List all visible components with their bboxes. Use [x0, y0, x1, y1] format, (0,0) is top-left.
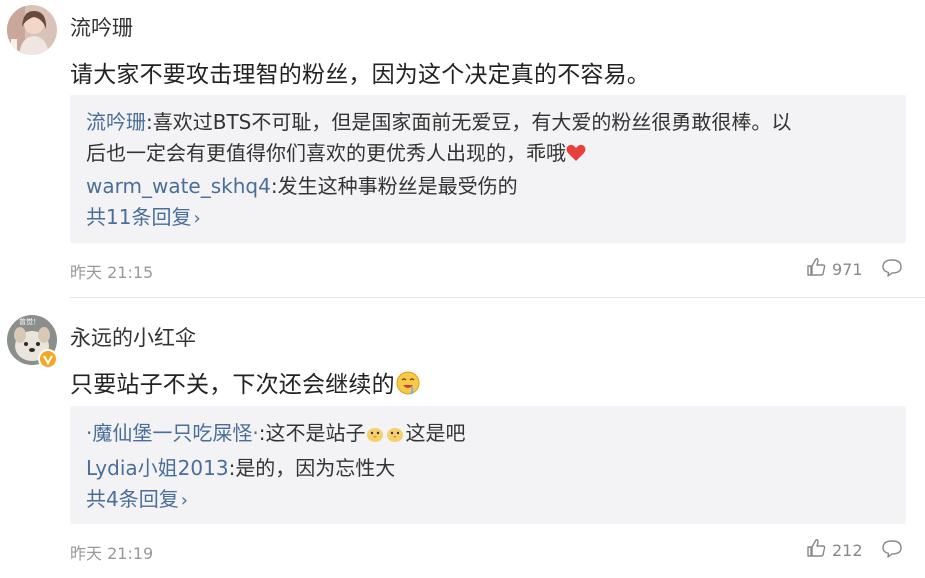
reply-separator: : [270, 174, 278, 198]
chick-emoji [385, 422, 405, 453]
chick-emoji [365, 422, 385, 453]
reply-text-continued: 后也一定会有更值得你们喜欢的更优秀人出现的，乖哦 [86, 141, 566, 165]
thumbs-up-icon [806, 538, 826, 562]
username[interactable]: 永远的小红伞 [70, 322, 196, 352]
chevron-right-icon: › [193, 208, 201, 229]
comment-content: 只要站子不关，下次还会继续的 [70, 365, 421, 402]
more-replies-link[interactable]: 共11条回复 › [86, 202, 890, 234]
like-button[interactable]: 212 [806, 538, 863, 562]
heart-emoji [566, 140, 586, 171]
reply-preview-box[interactable]: ·魔仙堡一只吃屎怪·:这不是站子 这是吧 Lydia小姐2013:是的，因为忘性大… [70, 406, 906, 524]
comment-bubble-icon[interactable] [881, 539, 903, 563]
thumbs-up-icon [806, 257, 826, 281]
reply-item: Lydia小姐2013:是的，因为忘性大 [86, 453, 890, 484]
comment-text: 只要站子不关，下次还会继续的 [70, 372, 395, 398]
comment-content: 请大家不要攻击理智的粉丝，因为这个决定真的不容易。 [70, 62, 650, 88]
verified-badge-icon [38, 349, 58, 369]
avatar-label: 曾觉！ [19, 318, 40, 326]
reply-text: 这不是站子 [265, 421, 366, 445]
reply-item: 流吟珊:喜欢过BTS不可耻，但是国家面前无爱豆，有大爱的粉丝很勇敢很棒。以 后也… [86, 107, 890, 171]
like-count: 212 [832, 540, 863, 560]
reply-text-after: 这是吧 [405, 421, 466, 445]
reply-username[interactable]: warm_wate_skhq4 [86, 174, 271, 198]
like-button[interactable]: 971 [806, 257, 863, 281]
comment-1: 流吟珊 请大家不要攻击理智的粉丝，因为这个决定真的不容易。 流吟珊:喜欢过BTS… [0, 0, 925, 298]
reply-item: ·魔仙堡一只吃屎怪·:这不是站子 这是吧 [86, 418, 890, 453]
reply-text: 喜欢过BTS不可耻，但是国家面前无爱豆，有大爱的粉丝很勇敢很棒。以 [152, 110, 792, 134]
comment-bubble-icon[interactable] [881, 258, 903, 282]
like-count: 971 [832, 259, 863, 279]
comment-2: 曾觉！ 永远的小红伞 只要站子不关，下次还会继续的 ·魔仙堡一只吃屎怪·:这不是… [0, 298, 925, 578]
more-replies-label[interactable]: 共4条回复 [86, 487, 179, 511]
reply-preview-box[interactable]: 流吟珊:喜欢过BTS不可耻，但是国家面前无爱豆，有大爱的粉丝很勇敢很棒。以 后也… [70, 95, 906, 243]
reply-text: 发生这种事粉丝是最受伤的 [277, 174, 518, 198]
timestamp: 昨天 21:19 [70, 544, 154, 563]
chevron-right-icon: › [180, 490, 188, 511]
reply-text: 是的，因为忘性大 [235, 456, 396, 480]
timestamp: 昨天 21:15 [70, 263, 154, 282]
username[interactable]: 流吟珊 [70, 12, 133, 42]
reply-username[interactable]: Lydia小姐2013 [86, 456, 229, 480]
more-replies-label[interactable]: 共11条回复 [86, 205, 191, 229]
reply-username[interactable]: 流吟珊 [86, 110, 146, 134]
drooling-face-emoji [395, 370, 421, 402]
reply-username[interactable]: ·魔仙堡一只吃屎怪· [86, 421, 259, 445]
avatar[interactable] [7, 5, 57, 55]
reply-item: warm_wate_skhq4:发生这种事粉丝是最受伤的 [86, 171, 890, 202]
more-replies-link[interactable]: 共4条回复 › [86, 484, 890, 516]
reply-separator: : [146, 110, 153, 134]
